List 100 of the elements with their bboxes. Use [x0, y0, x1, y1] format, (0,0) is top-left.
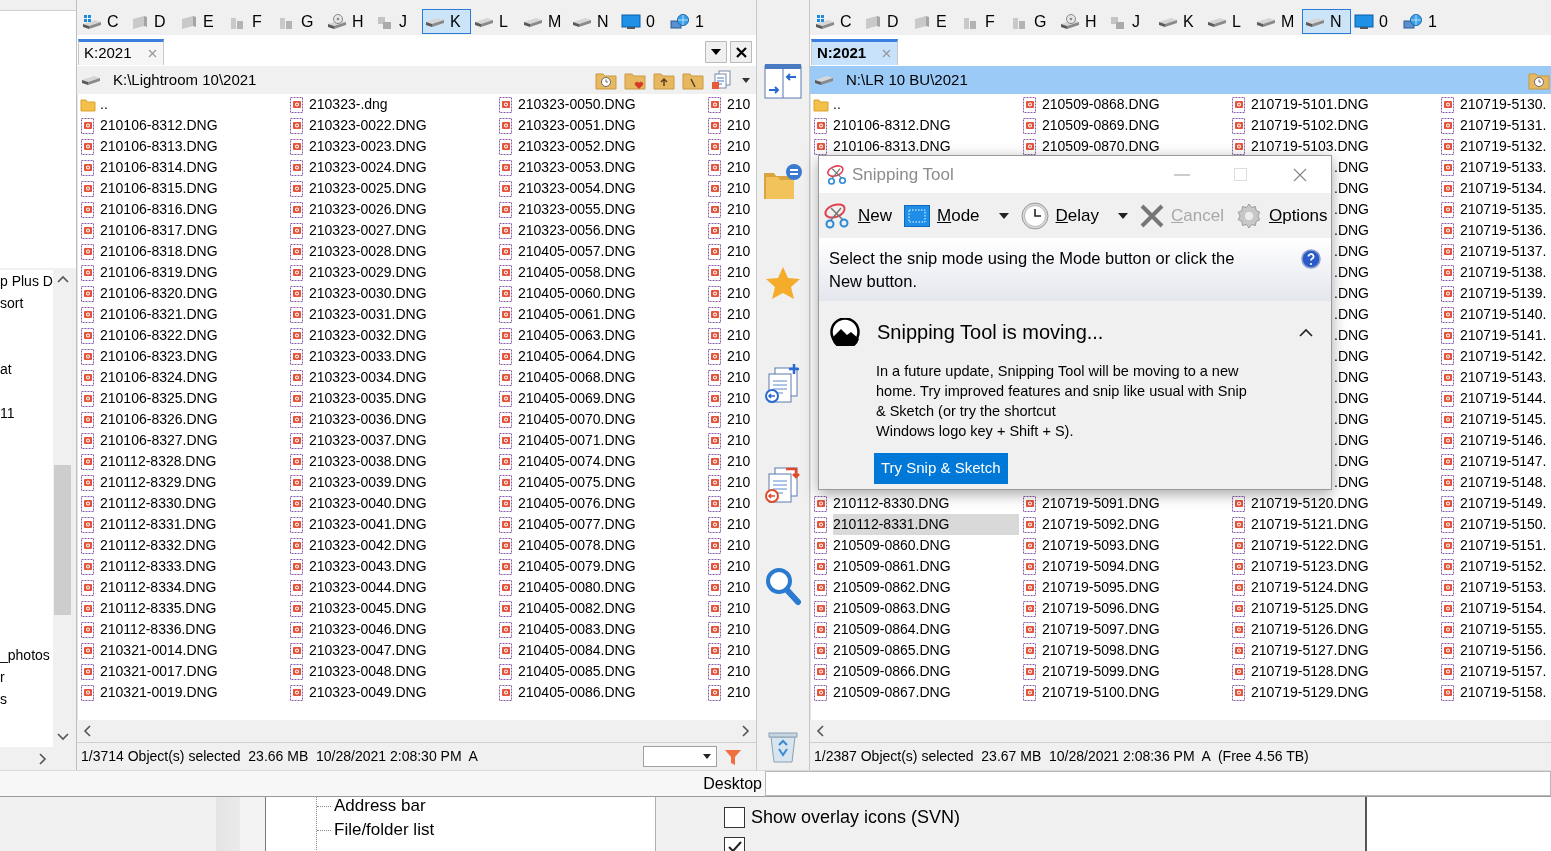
file-name[interactable]: 210405-0058.DNG [518, 262, 640, 283]
tree-item[interactable]: s [0, 688, 7, 710]
file-name[interactable]: 210405-0084.DNG [518, 640, 640, 661]
drive-button[interactable]: K [422, 9, 471, 34]
file-name[interactable]: 210719-5142. [1460, 346, 1551, 367]
file-name[interactable]: 210405-0083.DNG [518, 619, 640, 640]
file-name[interactable]: 210106-8317.DNG [100, 220, 222, 241]
drive-button[interactable]: C [812, 9, 861, 34]
file-name[interactable]: 210 [727, 577, 755, 598]
file-name[interactable]: .DNG [1334, 199, 1373, 220]
file-name[interactable]: 210323-0046.DNG [309, 619, 431, 640]
file-name[interactable]: 210112-8333.DNG [100, 556, 221, 577]
file-name[interactable]: 210719-5129.DNG [1251, 682, 1373, 703]
file-name[interactable]: 210509-0870.DNG [1042, 136, 1164, 157]
tree-item[interactable]: 11 [0, 402, 15, 424]
file-name[interactable]: 210 [727, 304, 755, 325]
delay-button[interactable]: Delay [1020, 201, 1129, 230]
file-name[interactable]: 210323-0048.DNG [309, 661, 431, 682]
file-name[interactable]: 210321-0017.DNG [100, 661, 222, 682]
drive-button[interactable]: J [1106, 9, 1155, 34]
file-name[interactable]: 210719-5158. [1460, 682, 1551, 703]
drive-button[interactable]: G [1008, 9, 1057, 34]
file-name[interactable]: 210323-0042.DNG [309, 535, 431, 556]
file-name[interactable]: 210719-5132. [1460, 136, 1551, 157]
file-name[interactable]: 210323-0052.DNG [518, 136, 640, 157]
file-name[interactable]: 210719-5093.DNG [1042, 535, 1164, 556]
file-name[interactable]: 210719-5137. [1460, 241, 1551, 262]
drive-button[interactable]: M [520, 9, 569, 34]
file-name[interactable]: 210 [727, 367, 755, 388]
file-name[interactable]: 210509-0865.DNG [833, 640, 955, 661]
file-name[interactable]: 210112-8331.DNG [833, 514, 1019, 535]
file-name[interactable]: 210 [727, 493, 755, 514]
file-name[interactable]: 210405-0063.DNG [518, 325, 640, 346]
file-name[interactable]: 210106-8313.DNG [100, 136, 222, 157]
file-name[interactable]: 210 [727, 388, 755, 409]
file-name[interactable]: 210719-5131. [1460, 115, 1551, 136]
file-name[interactable]: 210106-8312.DNG [833, 115, 955, 136]
file-name[interactable]: 210323-0050.DNG [518, 94, 640, 115]
file-name[interactable]: 210112-8328.DNG [100, 451, 221, 472]
file-name[interactable]: 210106-8322.DNG [100, 325, 222, 346]
tab[interactable]: N:2021 [811, 39, 899, 65]
file-name[interactable]: 210405-0085.DNG [518, 661, 640, 682]
file-name[interactable]: .DNG [1334, 409, 1373, 430]
file-name[interactable]: 210405-0078.DNG [518, 535, 640, 556]
drive-button[interactable]: E [910, 9, 959, 34]
drive-button[interactable]: M [1253, 9, 1302, 34]
file-name[interactable]: 210323-0039.DNG [309, 472, 431, 493]
file-name[interactable]: 210719-5135. [1460, 199, 1551, 220]
file-name[interactable]: 210106-8324.DNG [100, 367, 222, 388]
file-name[interactable]: 210112-8330.DNG [833, 493, 954, 514]
file-name[interactable]: 210323-0056.DNG [518, 220, 640, 241]
file-name[interactable]: 210 [727, 283, 755, 304]
file-name[interactable]: 210719-5092.DNG [1042, 514, 1164, 535]
file-name[interactable]: 210 [727, 619, 755, 640]
file-name[interactable]: 210106-8319.DNG [100, 262, 222, 283]
file-name[interactable]: 210405-0071.DNG [518, 430, 640, 451]
file-name[interactable]: 210719-5095.DNG [1042, 577, 1164, 598]
file-name[interactable]: .DNG [1334, 367, 1373, 388]
file-name[interactable]: 210 [727, 220, 755, 241]
file-name[interactable]: 210323-0053.DNG [518, 157, 640, 178]
file-name[interactable]: 210 [727, 178, 755, 199]
file-name[interactable]: 210106-8325.DNG [100, 388, 222, 409]
file-name[interactable]: 210112-8334.DNG [100, 577, 221, 598]
file-name[interactable]: 210405-0064.DNG [518, 346, 640, 367]
file-name[interactable]: 210323-0026.DNG [309, 199, 431, 220]
file-name[interactable]: 210106-8312.DNG [100, 115, 222, 136]
file-name[interactable]: 210719-5122.DNG [1251, 535, 1373, 556]
file-name[interactable]: 210323-0024.DNG [309, 157, 431, 178]
file-name[interactable]: 210719-5099.DNG [1042, 661, 1164, 682]
file-name[interactable]: 210 [727, 514, 755, 535]
file-name[interactable]: 210719-5141. [1460, 325, 1551, 346]
tree-item[interactable]: at [0, 358, 12, 380]
file-name[interactable]: 210 [727, 682, 755, 703]
file-name[interactable]: .DNG [1334, 304, 1373, 325]
file-name[interactable]: 210719-5149. [1460, 493, 1551, 514]
file-name[interactable]: 210405-0068.DNG [518, 367, 640, 388]
tree-item[interactable]: File/folder list [334, 817, 435, 843]
file-name[interactable]: 210106-8313.DNG [833, 136, 955, 157]
file-name[interactable]: 210719-5097.DNG [1042, 619, 1164, 640]
file-name[interactable]: 210405-0079.DNG [518, 556, 640, 577]
tree-item[interactable]: r [0, 666, 5, 688]
file-name[interactable]: 210323-0035.DNG [309, 388, 431, 409]
file-name[interactable]: 210 [727, 598, 755, 619]
drive-button[interactable]: 1 [1400, 9, 1449, 34]
options-button[interactable]: Options [1235, 202, 1328, 229]
file-name[interactable]: 210719-5156. [1460, 640, 1551, 661]
file-name[interactable]: 210323-0029.DNG [309, 262, 431, 283]
file-name[interactable]: 210719-5100.DNG [1042, 682, 1164, 703]
tree-item[interactable]: p Plus D [0, 270, 53, 292]
drive-button[interactable]: N [569, 9, 618, 34]
file-name[interactable]: 210719-5091.DNG [1042, 493, 1164, 514]
file-name[interactable]: 210323-0027.DNG [309, 220, 431, 241]
file-name[interactable]: .DNG [1334, 262, 1373, 283]
file-name[interactable]: 210323-0044.DNG [309, 577, 431, 598]
drive-button[interactable]: L [1204, 9, 1253, 34]
file-name[interactable]: 210106-8320.DNG [100, 283, 222, 304]
drive-button[interactable]: L [471, 9, 520, 34]
file-name[interactable]: 210323-0031.DNG [309, 304, 431, 325]
file-name[interactable]: 210 [727, 136, 755, 157]
file-name[interactable]: 210405-0074.DNG [518, 451, 640, 472]
